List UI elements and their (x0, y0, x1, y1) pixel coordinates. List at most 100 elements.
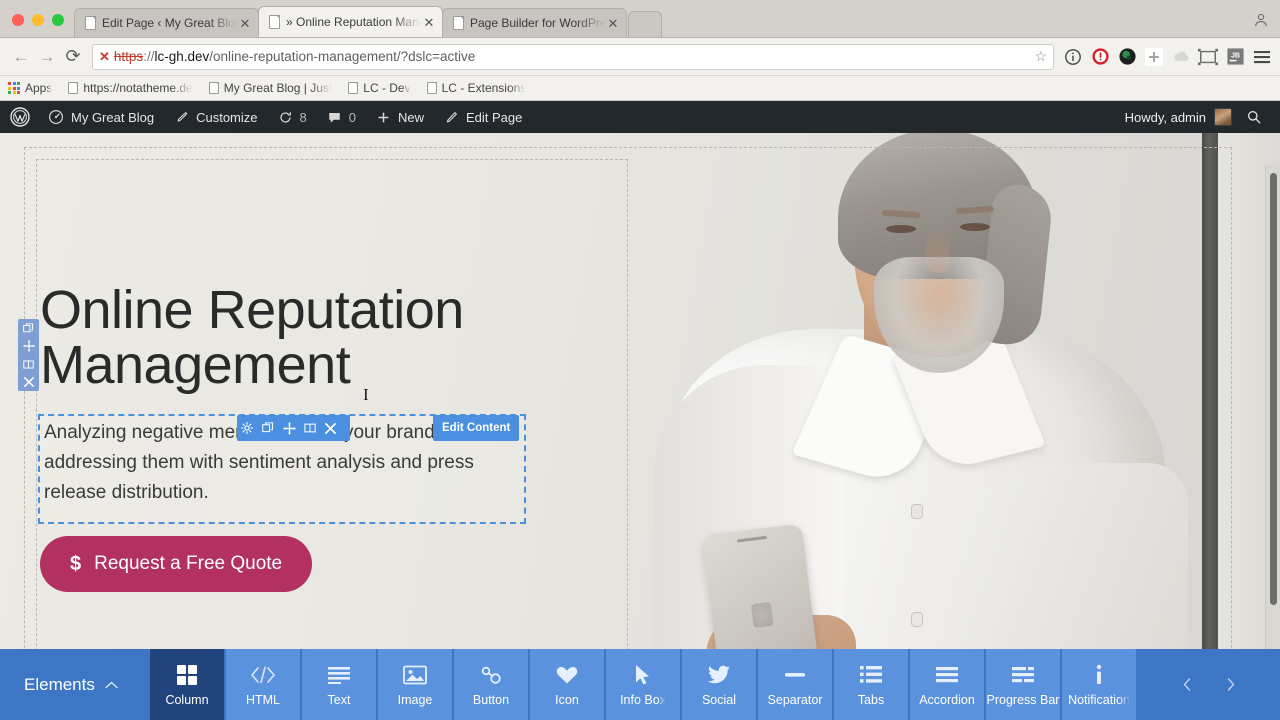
person-photo (648, 133, 1208, 720)
admin-bar-site-name[interactable]: My Great Blog (38, 101, 164, 133)
bookmark-apps[interactable]: Apps (8, 81, 52, 95)
heart-icon (555, 663, 579, 687)
element-social[interactable]: Social (682, 649, 756, 720)
elements-bar-header[interactable]: Elements (0, 649, 150, 720)
edit-content-button[interactable]: Edit Content (433, 415, 520, 441)
columns-icon[interactable] (23, 358, 34, 370)
image-icon (403, 663, 427, 687)
tab-close-icon[interactable]: ✕ (238, 17, 252, 30)
close-window-button[interactable] (12, 14, 24, 26)
maximize-window-button[interactable] (52, 14, 64, 26)
move-icon[interactable] (22, 340, 35, 352)
admin-bar-site-label: My Great Blog (71, 109, 155, 125)
bookmark-notatheme[interactable]: https://notatheme.de (68, 81, 193, 95)
tab-title: » Online Reputation Manag (286, 15, 422, 29)
bars-icon (1011, 663, 1035, 687)
bookmark-lc-extensions[interactable]: LC - Extensions (426, 81, 527, 95)
module-tools-horizontal (237, 415, 350, 441)
wordpress-logo-button[interactable] (0, 101, 38, 133)
element-progress-bar[interactable]: Progress Bar (986, 649, 1060, 720)
url-separator: :// (143, 49, 155, 64)
admin-bar-edit-page[interactable]: Edit Page (434, 101, 532, 133)
forward-button[interactable]: → (34, 44, 60, 70)
element-column[interactable]: Column (150, 649, 224, 720)
page-icon (426, 82, 437, 94)
browser-window: Edit Page ‹ My Great Blog ✕ » Online Rep… (0, 0, 1280, 720)
avatar[interactable] (1214, 108, 1232, 126)
bookmark-label: My Great Blog | Just (223, 81, 333, 95)
admin-bar-customize[interactable]: Customize (164, 101, 267, 133)
updates-icon (279, 111, 291, 123)
element-label: Tabs (857, 692, 885, 707)
bookmark-label: https://notatheme.de (83, 81, 193, 95)
page-scrollbar-thumb[interactable] (1270, 173, 1277, 605)
admin-bar-comments[interactable]: 0 (317, 101, 366, 133)
camera-lens-icon[interactable] (1117, 47, 1137, 67)
chevron-up-icon[interactable] (105, 681, 118, 689)
reload-button[interactable]: ⟳ (60, 44, 86, 70)
info-circle-icon[interactable] (1063, 47, 1083, 67)
menu-icon[interactable] (1252, 47, 1272, 67)
jb-icon[interactable]: JB (1225, 47, 1245, 67)
new-tab-button[interactable] (628, 11, 662, 37)
elements-bar: Elements Column HTML Text Image Button I… (0, 649, 1280, 720)
element-icon[interactable]: Icon (530, 649, 604, 720)
settings-gear-icon[interactable] (241, 422, 262, 434)
minimize-window-button[interactable] (32, 14, 44, 26)
tab-close-icon[interactable]: ✕ (606, 17, 620, 30)
screenshot-icon[interactable] (1198, 47, 1218, 67)
admin-bar-new-label: New (397, 109, 424, 125)
bookmark-label: LC - Extensions (441, 81, 527, 95)
duplicate-icon[interactable] (23, 322, 34, 334)
pencil-icon (446, 111, 457, 122)
wordpress-admin-bar: My Great Blog Customize 8 0 New Edit Pag… (0, 101, 1280, 133)
chevron-right-icon[interactable] (1227, 678, 1235, 691)
move-icon[interactable] (283, 421, 304, 435)
element-html[interactable]: HTML (226, 649, 300, 720)
search-icon[interactable] (1232, 109, 1272, 125)
shield-red-icon[interactable] (1090, 47, 1110, 67)
element-notification[interactable]: Notification (1062, 649, 1136, 720)
page-icon (348, 82, 359, 94)
element-accordion[interactable]: Accordion (910, 649, 984, 720)
user-profile-icon[interactable] (1252, 11, 1270, 29)
admin-bar-updates[interactable]: 8 (268, 101, 317, 133)
text-cursor-icon: I (363, 385, 369, 404)
browser-tab-2[interactable]: » Online Reputation Manag ✕ (258, 6, 443, 37)
admin-bar-new[interactable]: New (366, 101, 434, 133)
element-separator[interactable]: Separator (758, 649, 832, 720)
element-label: Social (701, 692, 737, 707)
back-button[interactable]: ← (8, 44, 34, 70)
chevron-left-icon[interactable] (1183, 678, 1191, 691)
link-chain-icon (479, 663, 503, 687)
admin-bar-howdy[interactable]: Howdy, admin (1125, 110, 1206, 125)
element-tabs[interactable]: Tabs (834, 649, 908, 720)
element-label: Button (472, 692, 510, 707)
plus-icon[interactable] (1144, 47, 1164, 67)
bookmark-my-great-blog[interactable]: My Great Blog | Just (208, 81, 333, 95)
insecure-site-icon[interactable]: ✕ (99, 49, 110, 65)
url-scheme: https (113, 49, 144, 64)
address-bar[interactable]: ✕ https :// lc-gh.dev /online-reputation… (92, 43, 1054, 70)
duplicate-icon[interactable] (262, 422, 283, 434)
browser-tab-1[interactable]: Edit Page ‹ My Great Blog ✕ (74, 8, 259, 37)
tab-close-icon[interactable]: ✕ (422, 16, 436, 29)
columns-icon[interactable] (304, 422, 325, 434)
element-image[interactable]: Image (378, 649, 452, 720)
element-label: Column (165, 692, 209, 707)
request-quote-label: Request a Free Quote (94, 553, 283, 574)
delete-icon[interactable] (325, 422, 346, 434)
cloud-grey-icon[interactable] (1171, 47, 1191, 67)
element-label: Progress Bar (986, 692, 1060, 707)
browser-tab-3[interactable]: Page Builder for WordPress ✕ (442, 8, 627, 37)
page-scrollbar[interactable] (1265, 165, 1280, 720)
elements-label: Elements (24, 674, 95, 694)
bookmark-lc-dev[interactable]: LC - Dev (348, 81, 411, 95)
request-quote-button[interactable]: $ Request a Free Quote (40, 536, 313, 592)
element-info-box[interactable]: Info Box (606, 649, 680, 720)
bookmark-label: Apps (25, 81, 53, 95)
bookmark-star-icon[interactable]: ☆ (1028, 48, 1047, 65)
delete-icon[interactable] (23, 376, 34, 388)
element-button[interactable]: Button (454, 649, 528, 720)
element-text[interactable]: Text (302, 649, 376, 720)
